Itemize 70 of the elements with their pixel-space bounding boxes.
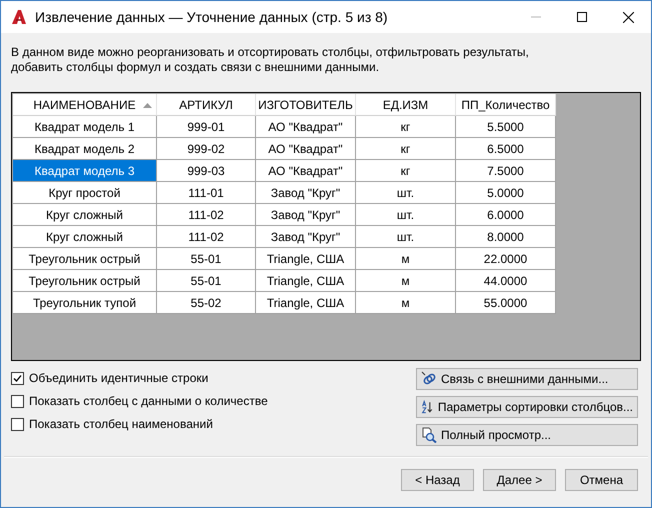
table-cell[interactable]: 22.0000 bbox=[456, 248, 556, 270]
table-cell[interactable]: 6.5000 bbox=[456, 138, 556, 160]
action-button[interactable]: Связь с внешними данными... bbox=[416, 368, 638, 390]
table-cell[interactable]: шт. bbox=[356, 226, 456, 248]
action-button[interactable]: Параметры сортировки столбцов... bbox=[416, 396, 638, 418]
nav-button[interactable]: < Назад bbox=[401, 469, 474, 491]
table-cell[interactable]: 999-02 bbox=[157, 138, 256, 160]
table-cell[interactable]: 999-01 bbox=[157, 116, 256, 138]
table-cell[interactable]: м bbox=[356, 248, 456, 270]
magnifier-page-icon bbox=[421, 427, 437, 443]
table-cell[interactable]: Triangle, США bbox=[256, 292, 356, 314]
table-cell[interactable]: 5.0000 bbox=[456, 182, 556, 204]
table-cell[interactable]: кг bbox=[356, 116, 456, 138]
table-cell[interactable]: АО "Квадрат" bbox=[256, 160, 356, 182]
table-cell[interactable]: м bbox=[356, 270, 456, 292]
table-cell[interactable]: 5.5000 bbox=[456, 116, 556, 138]
table-cell[interactable]: АО "Квадрат" bbox=[256, 138, 356, 160]
table-cell[interactable]: Квадрат модель 1 bbox=[13, 116, 157, 138]
action-button[interactable]: Полный просмотр... bbox=[416, 424, 638, 446]
table-cell[interactable]: 55.0000 bbox=[456, 292, 556, 314]
table-cell[interactable]: Квадрат модель 3 bbox=[13, 160, 157, 182]
table-cell[interactable]: Завод "Круг" bbox=[256, 182, 356, 204]
nav-button[interactable]: Отмена bbox=[565, 469, 638, 491]
window-title: Извлечение данных — Уточнение данных (стр. 5 из 8) bbox=[35, 9, 389, 25]
table-cell[interactable]: Круг сложный bbox=[13, 226, 157, 248]
nav-button[interactable]: Далее > bbox=[483, 469, 556, 491]
table-cell[interactable]: Завод "Круг" bbox=[256, 204, 356, 226]
close-icon[interactable] bbox=[622, 12, 634, 22]
chain-link-icon bbox=[421, 371, 437, 387]
table-cell[interactable]: Круг простой bbox=[13, 182, 157, 204]
column-header[interactable]: ИЗГОТОВИТЕЛЬ bbox=[256, 94, 356, 116]
table-cell[interactable]: 44.0000 bbox=[456, 270, 556, 292]
table-cell[interactable]: Треугольник острый bbox=[13, 248, 157, 270]
checkbox-label[interactable]: Показать столбец с данными о количестве bbox=[29, 394, 268, 408]
column-header[interactable]: ЕД.ИЗМ bbox=[356, 94, 456, 116]
table-cell[interactable]: шт. bbox=[356, 204, 456, 226]
table-cell[interactable]: 999-03 bbox=[157, 160, 256, 182]
table-cell[interactable]: 55-01 bbox=[157, 270, 256, 292]
table-cell[interactable]: 111-02 bbox=[157, 204, 256, 226]
table-cell[interactable]: АО "Квадрат" bbox=[256, 116, 356, 138]
checkbox-label[interactable]: Объединить идентичные строки bbox=[29, 371, 208, 385]
description-text: В данном виде можно реорганизовать и отсортировать столбцы, отфильтровать результаты, добавить столбцы формул и создать связи с внешними данными. bbox=[10, 44, 530, 76]
checkbox[interactable] bbox=[11, 418, 24, 430]
table-cell[interactable]: Завод "Круг" bbox=[256, 226, 356, 248]
maximize-icon[interactable] bbox=[577, 12, 587, 22]
table-cell[interactable]: Квадрат модель 2 bbox=[13, 138, 157, 160]
table-cell[interactable]: Triangle, США bbox=[256, 270, 356, 292]
table-cell[interactable]: 55-02 bbox=[157, 292, 256, 314]
table-cell[interactable]: Треугольник тупой bbox=[13, 292, 157, 314]
column-header[interactable]: ПП_Количество bbox=[456, 94, 556, 116]
table-cell[interactable]: Круг сложный bbox=[13, 204, 157, 226]
checkbox[interactable] bbox=[11, 394, 24, 408]
app-logo-icon bbox=[11, 9, 27, 25]
table-cell[interactable]: Triangle, США bbox=[256, 248, 356, 270]
table-cell[interactable]: кг bbox=[356, 138, 456, 160]
table-cell[interactable]: м bbox=[356, 292, 456, 314]
table-cell[interactable]: кг bbox=[356, 160, 456, 182]
table-cell[interactable]: 55-01 bbox=[157, 248, 256, 270]
table-cell[interactable]: 6.0000 bbox=[456, 204, 556, 226]
table-cell[interactable]: 111-01 bbox=[157, 182, 256, 204]
table-cell[interactable]: 111-02 bbox=[157, 226, 256, 248]
checkbox[interactable] bbox=[11, 372, 24, 384]
table-cell[interactable]: шт. bbox=[356, 182, 456, 204]
table-cell[interactable]: 7.5000 bbox=[456, 160, 556, 182]
table-cell[interactable]: Треугольник острый bbox=[13, 270, 157, 292]
checkbox-label[interactable]: Показать столбец наименований bbox=[29, 417, 213, 431]
column-header[interactable]: АРТИКУЛ bbox=[157, 94, 256, 116]
sort-icon bbox=[421, 399, 434, 415]
table-cell[interactable]: 8.0000 bbox=[456, 226, 556, 248]
column-header[interactable]: НАИМЕНОВАНИЕ bbox=[13, 94, 157, 116]
